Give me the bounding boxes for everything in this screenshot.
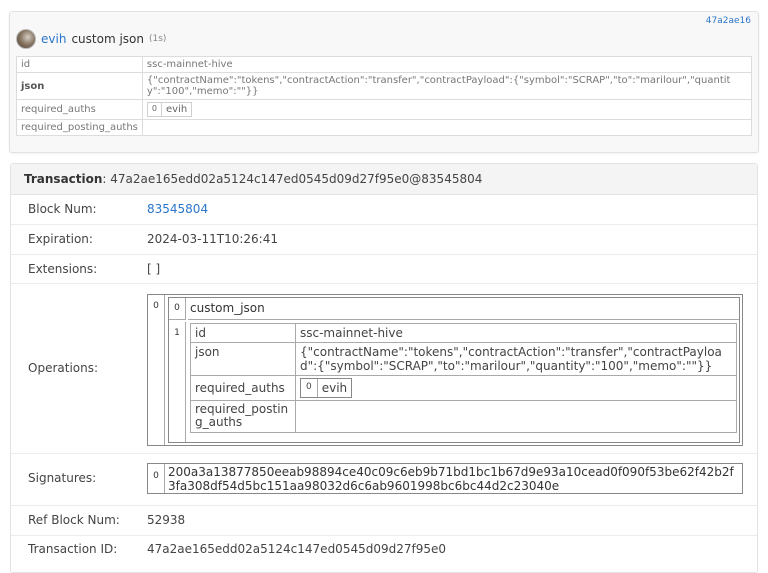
- param-value: 0 evih: [295, 375, 737, 401]
- param-key: id: [190, 323, 296, 343]
- param-key: json: [190, 342, 296, 376]
- operation-index: 0: [148, 295, 165, 445]
- extensions-label: Extensions:: [28, 262, 98, 276]
- param-value: {"contractName":"tokens","contractAction…: [141, 72, 753, 100]
- table-row: id ssc-mainnet-hive: [190, 323, 737, 343]
- operation-name: custom_json: [188, 298, 739, 320]
- operations-label: Operations:: [28, 361, 99, 375]
- param-key: required_auths: [16, 99, 143, 120]
- transaction-panel: Transaction : 47a2ae165edd02a5124c147ed0…: [10, 163, 758, 573]
- signature-value: 200a3a13877850eeab98894ce40c09c6eb9b71bd…: [168, 465, 734, 493]
- param-value: {"contractName":"tokens","contractAction…: [295, 342, 737, 376]
- transaction-header-label: Transaction: [24, 172, 103, 186]
- operation-type-index: 0: [169, 298, 186, 320]
- block-num-link[interactable]: 83545804: [147, 202, 208, 216]
- ref-block-row: Ref Block Num: 52938: [11, 505, 757, 536]
- table-row: json {"contractName":"tokens","contractA…: [16, 72, 753, 100]
- signatures-list: 0 200a3a13877850eeab98894ce40c09c6eb9b71…: [147, 463, 743, 494]
- auth-pill: 0 evih: [300, 378, 353, 398]
- param-value: ssc-mainnet-hive: [295, 323, 737, 343]
- param-key: required_posting_auths: [16, 119, 143, 136]
- operation-params-index: 1: [169, 322, 186, 442]
- expiration-row: Expiration: 2024-03-11T10:26:41: [11, 224, 757, 255]
- param-value: 0 evih: [141, 99, 753, 120]
- operation-item: 0 custom_json 1 id ssc-mainnet-hive json…: [168, 297, 740, 443]
- transaction-header: Transaction : 47a2ae165edd02a5124c147ed0…: [11, 164, 757, 195]
- operation-params-table: id ssc-mainnet-hive json {"contractName"…: [16, 56, 753, 136]
- avatar[interactable]: [16, 29, 36, 49]
- transaction-id-label: Transaction ID:: [28, 542, 118, 556]
- expiration-label: Expiration:: [28, 232, 93, 246]
- auth-index: 0: [301, 379, 318, 397]
- operation-age: (1s): [148, 34, 167, 44]
- table-row: required_auths 0 evih: [16, 99, 753, 120]
- extensions-value: [ ]: [147, 262, 161, 276]
- auth-value: evih: [166, 104, 188, 115]
- operations-list: 0 0 custom_json 1 id ssc-mainnet-hive js…: [147, 294, 743, 446]
- table-row: json {"contractName":"tokens","contractA…: [190, 342, 737, 376]
- block-num-label: Block Num:: [28, 202, 97, 216]
- user-link[interactable]: evih: [41, 32, 66, 46]
- extensions-row: Extensions: [ ]: [11, 254, 757, 284]
- tx-hash-link[interactable]: 47a2ae16: [706, 16, 751, 26]
- signature-index: 0: [148, 464, 165, 493]
- operation-type: custom json: [71, 32, 144, 46]
- param-value: [295, 400, 737, 433]
- operation-header: evih custom json (1s): [16, 28, 166, 50]
- block-num-row: Block Num: 83545804: [11, 195, 757, 225]
- table-row: required_posting_auths: [190, 400, 737, 433]
- expiration-value: 2024-03-11T10:26:41: [147, 232, 278, 246]
- param-value: [141, 119, 753, 136]
- param-key: json: [16, 72, 143, 100]
- param-value: ssc-mainnet-hive: [141, 56, 753, 73]
- param-key: id: [16, 56, 143, 73]
- signatures-label: Signatures:: [28, 471, 97, 485]
- operation-params: id ssc-mainnet-hive json {"contractName"…: [190, 323, 737, 433]
- auth-pill: 0 evih: [146, 102, 193, 117]
- operation-card: 47a2ae16 evih custom json (1s) id ssc-ma…: [9, 11, 759, 153]
- transaction-id-row: Transaction ID: 47a2ae165edd02a5124c147e…: [11, 535, 757, 565]
- param-key-text: required_posting_auths: [195, 402, 289, 429]
- param-key: required_auths: [190, 375, 296, 401]
- ref-block-label: Ref Block Num:: [28, 513, 120, 527]
- transaction-id-value: 47a2ae165edd02a5124c147ed0545d09d27f95e0: [147, 542, 447, 556]
- param-key: required_posting_auths: [190, 400, 296, 433]
- auth-index: 0: [148, 103, 162, 116]
- table-row: id ssc-mainnet-hive: [16, 56, 753, 73]
- transaction-header-value: : 47a2ae165edd02a5124c147ed0545d09d27f95…: [102, 172, 483, 186]
- table-row: required_posting_auths: [16, 119, 753, 136]
- table-row: required_auths 0 evih: [190, 375, 737, 401]
- ref-block-value: 52938: [147, 513, 186, 527]
- auth-value: evih: [321, 381, 348, 395]
